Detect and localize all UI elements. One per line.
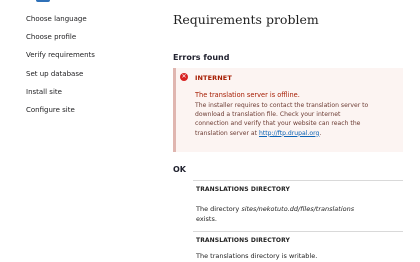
error-x-icon: ✕ (180, 73, 188, 81)
requirement-description: The directory sites/nekotuto.dd/files/tr… (196, 205, 396, 224)
requirement-path: sites/nekotuto.dd/files/translations (241, 205, 355, 213)
translation-server-link[interactable]: http://ftp.drupal.org (259, 130, 319, 137)
requirement-title: TRANSLATIONS DIRECTORY (196, 186, 290, 193)
error-detail: The installer requires to contact the tr… (195, 101, 400, 138)
logo-fragment (36, 0, 50, 2)
error-detail-line: The installer requires to contact the tr… (195, 102, 369, 109)
install-steps-sidebar: Choose language Choose profile Verify re… (26, 15, 146, 124)
step-choose-profile[interactable]: Choose profile (26, 33, 146, 42)
error-title: INTERNET (195, 74, 232, 82)
step-set-up-database[interactable]: Set up database (26, 70, 146, 79)
page-title: Requirements problem (173, 12, 319, 27)
step-verify-requirements[interactable]: Verify requirements (26, 51, 146, 60)
requirement-description: The translations directory is writable. (196, 252, 318, 260)
ok-heading: OK (173, 165, 186, 174)
step-install-site[interactable]: Install site (26, 88, 146, 97)
errors-heading: Errors found (173, 53, 230, 62)
requirement-item: TRANSLATIONS DIRECTORY The directory sit… (193, 180, 403, 223)
requirement-title: TRANSLATIONS DIRECTORY (196, 237, 290, 244)
error-detail-line: download a translation file. Check your … (195, 111, 341, 119)
error-message-box: ✕ INTERNET The translation server is off… (173, 68, 403, 152)
requirement-text-suffix: exists. (196, 214, 217, 223)
error-detail-prefix: translation server at (195, 129, 259, 137)
error-summary: The translation server is offline. (195, 91, 300, 99)
error-detail-suffix: . (319, 129, 322, 137)
error-detail-line-last: translation server at http://ftp.drupal.… (195, 129, 400, 138)
requirement-text-prefix: The directory (196, 205, 242, 213)
step-configure-site[interactable]: Configure site (26, 106, 146, 115)
error-detail-line: connection and verify that your website … (195, 120, 361, 128)
requirement-item: TRANSLATIONS DIRECTORY The translations … (193, 231, 403, 260)
step-choose-language[interactable]: Choose language (26, 15, 146, 24)
